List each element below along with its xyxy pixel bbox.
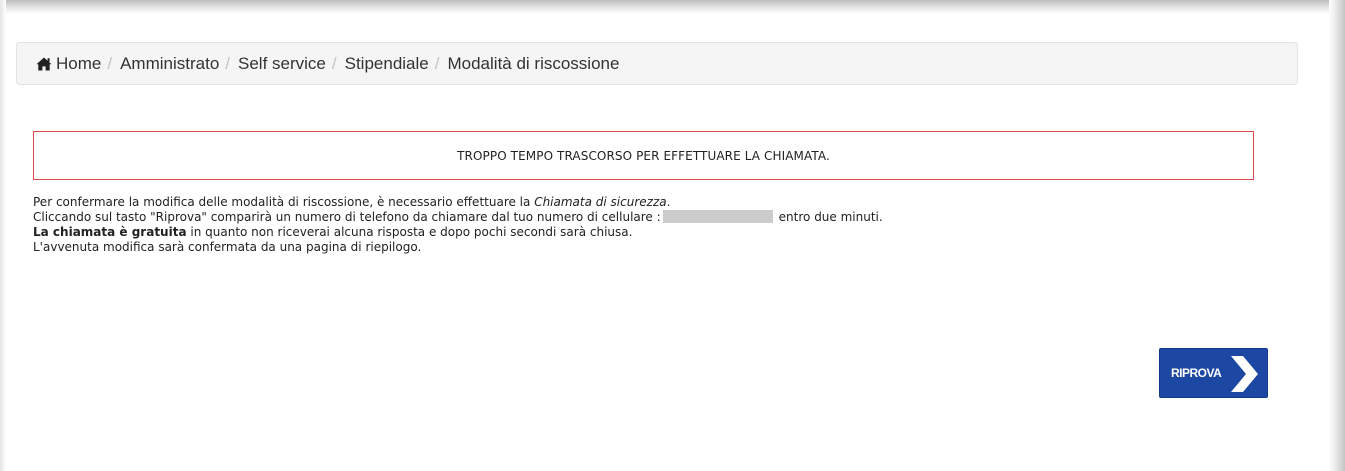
home-icon[interactable] — [36, 57, 52, 71]
redacted-phone-number — [662, 210, 773, 223]
alert-message: TROPPO TEMPO TRASCORSO PER EFFETTUARE LA… — [457, 148, 830, 163]
instruction-line-1-suffix: . — [666, 195, 671, 209]
instruction-line-1-text: Per confermare la modifica delle modalit… — [33, 195, 535, 209]
free-call-emphasis: La chiamata è gratuita — [33, 225, 187, 239]
breadcrumb-stipendiale[interactable]: Stipendiale — [345, 54, 429, 74]
instruction-line-1: Per confermare la modifica delle modalit… — [33, 195, 1233, 210]
breadcrumb-separator: / — [434, 53, 440, 73]
instruction-line-4: L'avvenuta modifica sarà confermata da u… — [33, 240, 422, 254]
instruction-line-2: Cliccando sul tasto "Riprova" comparirà … — [33, 210, 1233, 225]
instruction-line-2-suffix: entro due minuti. — [778, 210, 883, 224]
retry-button-label: RIPROVA — [1171, 366, 1222, 380]
breadcrumb-home[interactable]: Home — [56, 54, 101, 74]
breadcrumb-self-service[interactable]: Self service — [238, 54, 326, 74]
frame-shadow-right — [1329, 0, 1345, 471]
breadcrumb-separator: / — [107, 53, 113, 73]
breadcrumb-current-page: Modalità di riscossione — [447, 53, 620, 73]
frame-shadow-left — [0, 0, 6, 471]
breadcrumb-separator: / — [331, 53, 337, 73]
instructions-text: Per confermare la modifica delle modalit… — [33, 195, 1233, 255]
instruction-line-2-text: Cliccando sul tasto "Riprova" comparirà … — [33, 210, 661, 224]
chevron-right-icon — [1229, 355, 1259, 397]
instruction-line-3: La chiamata è gratuita in quanto non ric… — [33, 225, 1233, 240]
breadcrumb-amministrato[interactable]: Amministrato — [120, 54, 219, 74]
security-call-emphasis: Chiamata di sicurezza — [534, 195, 667, 209]
page-frame: Home / Amministrato / Self service / Sti… — [0, 0, 1345, 471]
frame-shadow-top — [0, 0, 1345, 14]
breadcrumb: Home / Amministrato / Self service / Sti… — [16, 42, 1298, 85]
instruction-line-3-text: in quanto non riceverai alcuna risposta … — [186, 225, 633, 239]
breadcrumb-separator: / — [225, 53, 231, 73]
timeout-alert: TROPPO TEMPO TRASCORSO PER EFFETTUARE LA… — [33, 131, 1254, 180]
retry-button[interactable]: RIPROVA — [1159, 348, 1268, 398]
